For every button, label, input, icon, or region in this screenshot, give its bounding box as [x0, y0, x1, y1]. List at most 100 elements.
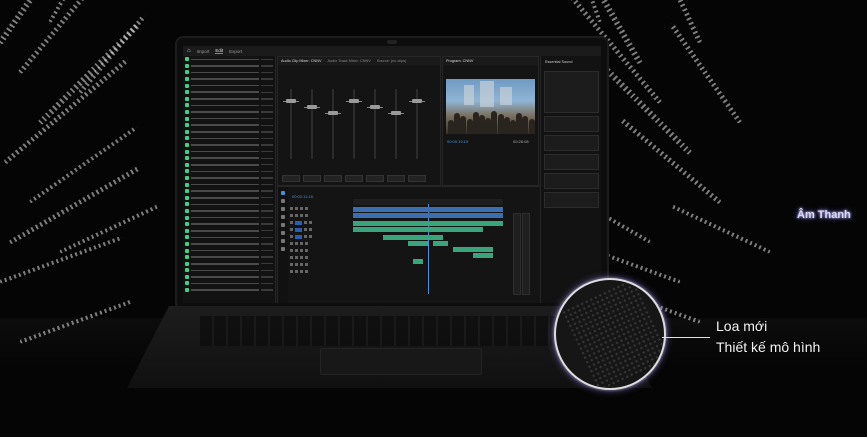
- lock-icon[interactable]: [290, 256, 293, 259]
- fader-knob[interactable]: [391, 111, 401, 115]
- essential-sound-section[interactable]: [544, 135, 599, 151]
- project-item[interactable]: [183, 129, 275, 136]
- lock-icon[interactable]: [290, 242, 293, 245]
- project-item[interactable]: [183, 267, 275, 274]
- essential-sound-preset[interactable]: [544, 71, 599, 113]
- solo-icon[interactable]: [309, 228, 312, 231]
- tab-audio-clip-mixer[interactable]: Audio Clip Mixer: CNNV: [281, 59, 322, 63]
- menu-export[interactable]: Export: [229, 49, 242, 54]
- mute-icon[interactable]: [300, 249, 303, 252]
- essential-sound-section[interactable]: [544, 192, 599, 208]
- channel-fader[interactable]: [346, 89, 362, 159]
- solo-icon[interactable]: [305, 249, 308, 252]
- type-tool-icon[interactable]: [281, 247, 285, 251]
- channel-fader[interactable]: [283, 89, 299, 159]
- menu-import[interactable]: Import: [197, 49, 210, 54]
- solo-icon[interactable]: [305, 270, 308, 273]
- project-item[interactable]: [183, 82, 275, 89]
- channel-button[interactable]: [387, 175, 405, 182]
- track-header[interactable]: [290, 226, 350, 233]
- lock-icon[interactable]: [290, 249, 293, 252]
- channel-button[interactable]: [282, 175, 300, 182]
- project-item[interactable]: [183, 194, 275, 201]
- lock-icon[interactable]: [290, 263, 293, 266]
- audio-clip[interactable]: [433, 241, 448, 246]
- project-item[interactable]: [183, 56, 275, 63]
- track-header[interactable]: [290, 254, 350, 261]
- lock-icon[interactable]: [290, 207, 293, 210]
- video-clip[interactable]: [353, 207, 503, 212]
- fader-knob[interactable]: [328, 111, 338, 115]
- project-item[interactable]: [183, 122, 275, 129]
- project-item[interactable]: [183, 274, 275, 281]
- eye-icon[interactable]: [295, 207, 298, 210]
- menu-edit[interactable]: Edit: [215, 48, 224, 54]
- audio-clip[interactable]: [473, 253, 493, 258]
- project-item[interactable]: [183, 148, 275, 155]
- channel-fader[interactable]: [388, 89, 404, 159]
- eye-icon[interactable]: [295, 256, 298, 259]
- track-header[interactable]: [290, 212, 350, 219]
- lock-icon[interactable]: [290, 228, 293, 231]
- hand-tool-icon[interactable]: [281, 239, 285, 243]
- project-item[interactable]: [183, 89, 275, 96]
- mute-icon[interactable]: [304, 228, 307, 231]
- project-item[interactable]: [183, 280, 275, 287]
- track-select-tool-icon[interactable]: [281, 199, 285, 203]
- essential-sound-section[interactable]: [544, 154, 599, 170]
- fader-knob[interactable]: [286, 99, 296, 103]
- channel-button[interactable]: [408, 175, 426, 182]
- solo-icon[interactable]: [305, 263, 308, 266]
- mute-icon[interactable]: [300, 207, 303, 210]
- project-item[interactable]: [183, 142, 275, 149]
- channel-fader[interactable]: [367, 89, 383, 159]
- project-item[interactable]: [183, 109, 275, 116]
- project-item[interactable]: [183, 234, 275, 241]
- project-item[interactable]: [183, 287, 275, 294]
- project-item[interactable]: [183, 155, 275, 162]
- lock-icon[interactable]: [290, 221, 293, 224]
- project-item[interactable]: [183, 115, 275, 122]
- project-item[interactable]: [183, 214, 275, 221]
- eye-icon[interactable]: [295, 263, 298, 266]
- audio-clip[interactable]: [408, 241, 428, 246]
- audio-clip[interactable]: [383, 235, 443, 240]
- channel-fader[interactable]: [409, 89, 425, 159]
- track-header[interactable]: [290, 261, 350, 268]
- track-header[interactable]: [290, 205, 350, 212]
- track-header[interactable]: [290, 247, 350, 254]
- track-target-icon[interactable]: [295, 234, 302, 239]
- selection-tool-icon[interactable]: [281, 191, 285, 195]
- eye-icon[interactable]: [295, 214, 298, 217]
- video-clip[interactable]: [353, 213, 503, 218]
- tab-audio-track-mixer[interactable]: Audio Track Mixer: CNNV: [328, 59, 371, 63]
- project-item[interactable]: [183, 254, 275, 261]
- project-item[interactable]: [183, 188, 275, 195]
- track-header[interactable]: [290, 268, 350, 275]
- solo-icon[interactable]: [309, 221, 312, 224]
- solo-icon[interactable]: [305, 207, 308, 210]
- mute-icon[interactable]: [300, 263, 303, 266]
- audio-clip[interactable]: [353, 227, 483, 232]
- solo-icon[interactable]: [309, 235, 312, 238]
- home-icon[interactable]: ⌂: [187, 48, 191, 54]
- lock-icon[interactable]: [290, 235, 293, 238]
- eye-icon[interactable]: [295, 242, 298, 245]
- audio-clip[interactable]: [413, 259, 423, 264]
- mute-icon[interactable]: [304, 221, 307, 224]
- mute-icon[interactable]: [300, 256, 303, 259]
- essential-sound-section[interactable]: [544, 116, 599, 132]
- project-item[interactable]: [183, 102, 275, 109]
- ripple-edit-tool-icon[interactable]: [281, 207, 285, 211]
- fader-knob[interactable]: [349, 99, 359, 103]
- project-item[interactable]: [183, 76, 275, 83]
- project-item[interactable]: [183, 162, 275, 169]
- channel-button[interactable]: [345, 175, 363, 182]
- track-header[interactable]: [290, 233, 350, 240]
- fader-knob[interactable]: [370, 105, 380, 109]
- channel-button[interactable]: [366, 175, 384, 182]
- mute-icon[interactable]: [300, 270, 303, 273]
- project-item[interactable]: [183, 241, 275, 248]
- audio-clip[interactable]: [453, 247, 493, 252]
- project-item[interactable]: [183, 260, 275, 267]
